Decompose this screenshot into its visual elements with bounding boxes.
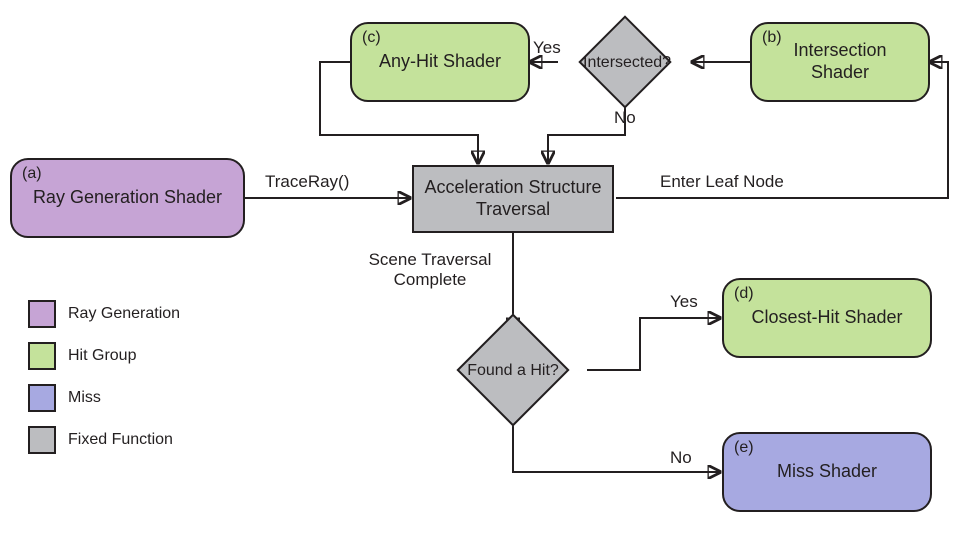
node-ray-generation-shader: (a) Ray Generation Shader: [10, 158, 245, 238]
edge-label-intersected-no: No: [614, 108, 636, 128]
node-tag: (c): [362, 28, 381, 47]
legend-item-fixed: Fixed Function: [28, 426, 180, 454]
node-any-hit-shader: (c) Any-Hit Shader: [350, 22, 530, 102]
node-acceleration-traversal: Acceleration Structure Traversal: [412, 165, 614, 233]
node-miss-shader: (e) Miss Shader: [722, 432, 932, 512]
legend-label: Hit Group: [68, 347, 136, 365]
node-label: Acceleration Structure Traversal: [424, 177, 601, 220]
edge-label-found-no: No: [670, 448, 692, 468]
node-label: Any-Hit Shader: [379, 51, 501, 73]
node-label: Intersection Shader: [793, 40, 886, 83]
legend-label: Fixed Function: [68, 431, 173, 449]
legend-label: Miss: [68, 389, 101, 407]
legend-item-miss: Miss: [28, 384, 180, 412]
legend-label: Ray Generation: [68, 305, 180, 323]
node-closest-hit-shader: (d) Closest-Hit Shader: [722, 278, 932, 358]
legend-item-raygen: Ray Generation: [28, 300, 180, 328]
node-tag: (d): [734, 284, 754, 303]
edge-label-scene-complete: Scene Traversal Complete: [360, 250, 500, 290]
legend: Ray Generation Hit Group Miss Fixed Func…: [28, 300, 180, 468]
edge-label-traceray: TraceRay(): [265, 172, 349, 192]
node-tag: (e): [734, 438, 754, 457]
node-label: Ray Generation Shader: [33, 187, 222, 209]
legend-swatch: [28, 384, 56, 412]
legend-swatch: [28, 300, 56, 328]
edge-label-enter-leaf: Enter Leaf Node: [660, 172, 784, 192]
decision-found-hit: [456, 313, 569, 426]
legend-swatch: [28, 342, 56, 370]
node-label: Closest-Hit Shader: [751, 307, 902, 329]
edge-label-found-yes: Yes: [670, 292, 698, 312]
node-intersection-shader: (b) Intersection Shader: [750, 22, 930, 102]
node-tag: (a): [22, 164, 42, 183]
node-label: Miss Shader: [777, 461, 877, 483]
edge-label-intersected-yes: Yes: [533, 38, 561, 58]
node-tag: (b): [762, 28, 782, 47]
legend-item-hitgroup: Hit Group: [28, 342, 180, 370]
decision-intersected: [578, 15, 671, 108]
legend-swatch: [28, 426, 56, 454]
